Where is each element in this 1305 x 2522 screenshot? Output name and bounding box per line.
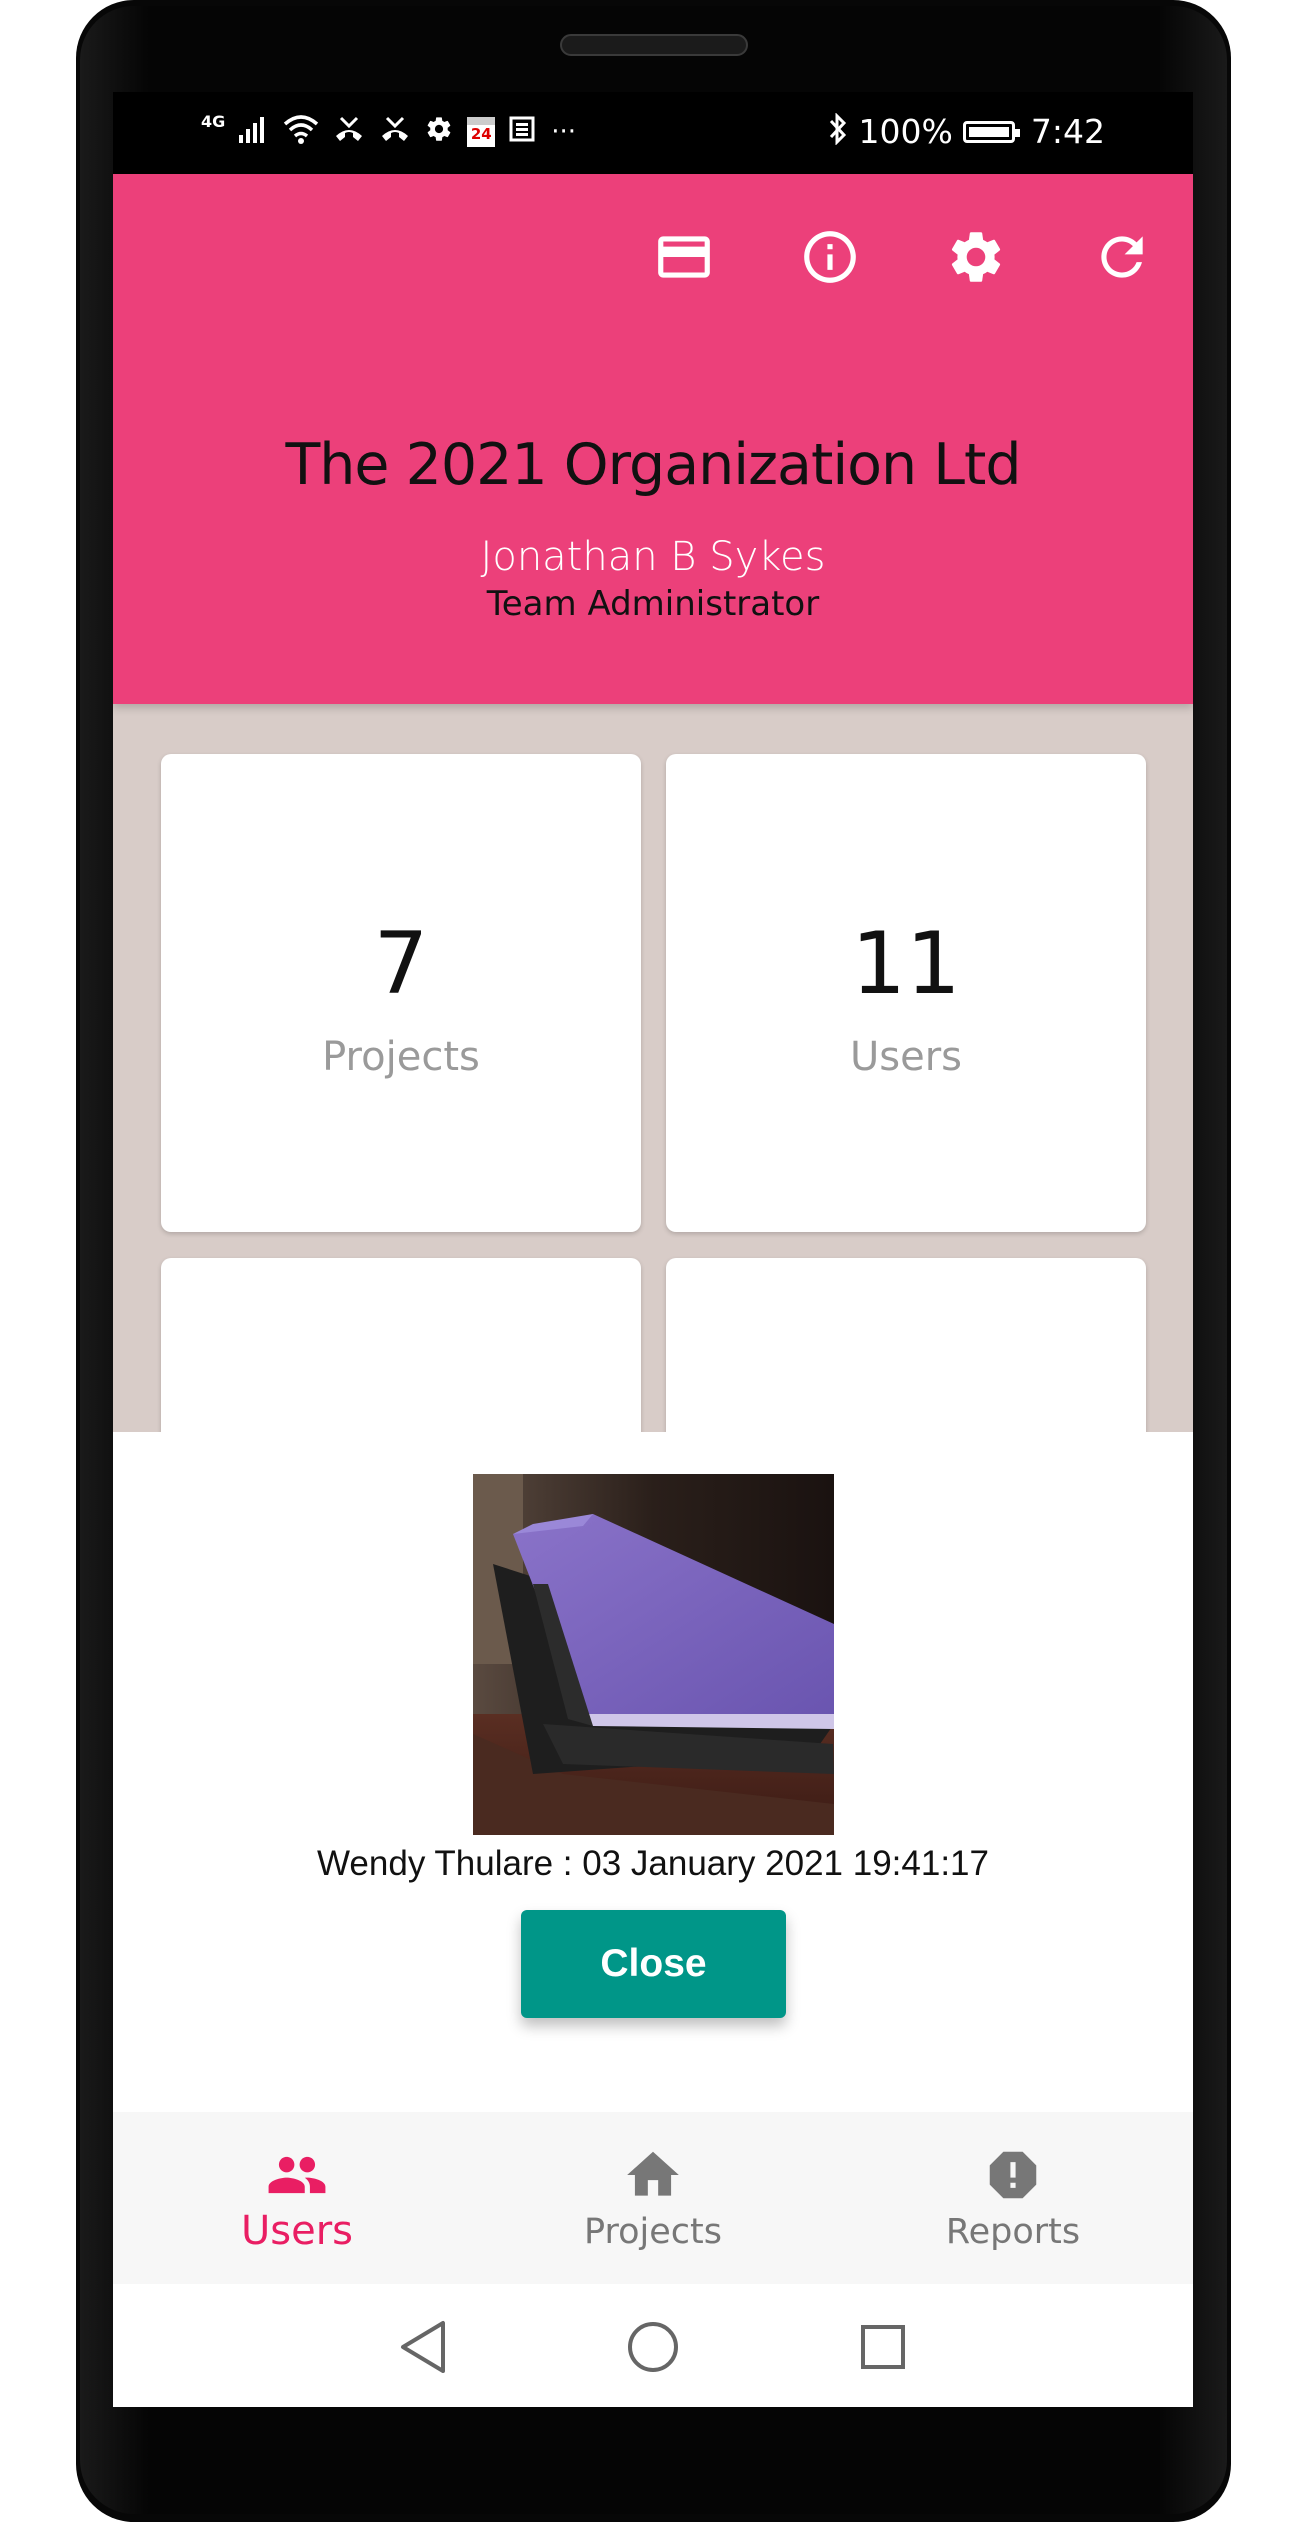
wifi-icon [283,114,319,150]
nav-reports[interactable]: Reports [863,2112,1163,2284]
nav-reports-label: Reports [945,2212,1081,2252]
home-icon [503,2144,803,2206]
nav-projects[interactable]: Projects [503,2112,803,2284]
photo-caption: Wendy Thulare : 03 January 2021 19:41:17 [317,1844,989,1883]
more-notifications: ··· [551,117,577,147]
user-name: Jonathan B Sykes [480,534,826,580]
settings-icon[interactable] [945,226,1007,288]
signal-icon [239,115,269,149]
battery-icon [962,120,1020,143]
nav-users-label: Users [240,2208,353,2254]
user-role: Team Administrator [486,584,820,624]
users-count: 11 [851,914,961,1014]
clock: 7:42 [1030,112,1105,151]
refresh-icon[interactable] [1091,226,1153,288]
system-navigation-bar [113,2284,1193,2407]
nav-users[interactable]: Users [147,2112,447,2284]
users-label: Users [849,1034,962,1080]
settings-notification-icon [425,115,453,149]
alert-icon [863,2144,1163,2206]
close-button[interactable]: Close [521,1910,786,2018]
dashboard-card-3[interactable] [161,1258,641,1432]
phone-speaker [560,34,748,56]
card-icon[interactable] [653,226,715,288]
home-circle-icon[interactable] [618,2312,688,2382]
calendar-day: 24 [470,125,492,143]
calendar-icon: 24 [467,117,496,147]
projects-count: 7 [373,914,429,1014]
bottom-navigation: Users Projects Reports [113,2112,1193,2284]
bluetooth-icon [827,112,849,150]
users-card[interactable]: 11 Users [666,754,1146,1232]
info-icon[interactable] [799,226,861,288]
missed-call-icon [333,114,365,150]
nav-projects-label: Projects [584,2212,722,2252]
back-icon[interactable] [388,2312,458,2382]
dashboard-card-4[interactable] [666,1258,1146,1432]
photo-bottom-sheet: Wendy Thulare : 03 January 2021 19:41:17… [113,1432,1193,2112]
news-icon [509,115,537,149]
screen: 4G 24 ··· 100% 7:42 The 2021 Organizatio… [113,92,1193,2407]
missed-call-icon-2 [379,114,411,150]
projects-card[interactable]: 7 Projects [161,754,641,1232]
user-photo [473,1474,834,1835]
status-bar: 4G 24 ··· 100% 7:42 [113,92,1193,174]
dashboard-grid: 7 Projects 11 Users [113,704,1193,1432]
app-header: The 2021 Organization Ltd Jonathan B Syk… [113,174,1193,704]
recents-icon[interactable] [848,2312,918,2382]
org-name: The 2021 Organization Ltd [285,432,1021,498]
battery-percent: 100% [858,112,953,151]
network-type: 4G [201,112,226,131]
users-icon [147,2144,447,2206]
projects-label: Projects [322,1034,480,1080]
